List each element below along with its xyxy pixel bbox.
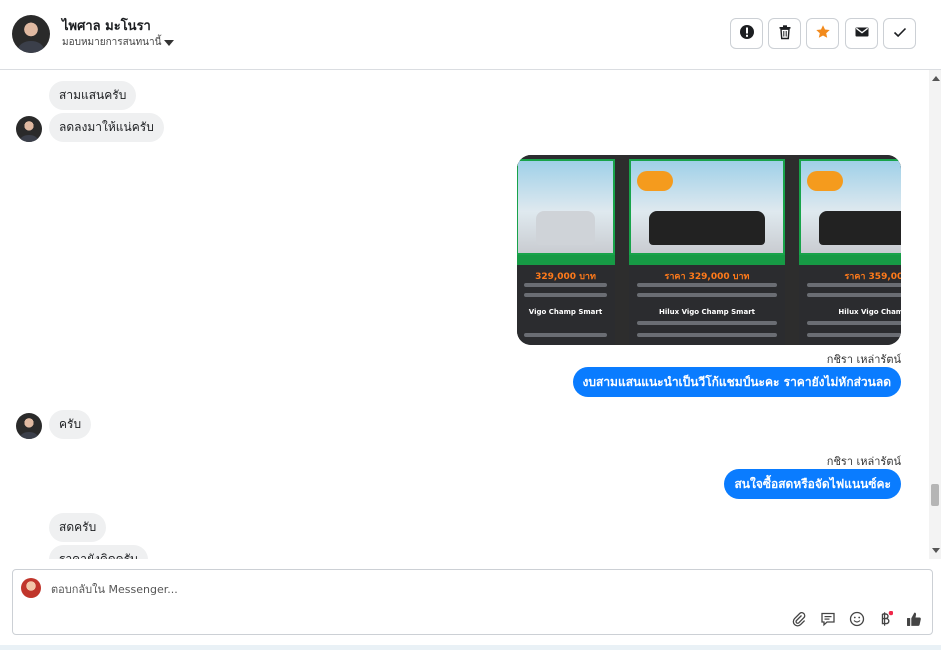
assign-conversation-dropdown[interactable]: มอบหมายการสนทนานี้ — [62, 35, 175, 50]
mark-done-button[interactable] — [883, 18, 916, 49]
bottom-edge — [0, 645, 941, 650]
image-attachment[interactable]: 329,000 บาท Vigo Champ Smart ราคา 329,00… — [517, 155, 901, 345]
outgoing-message[interactable]: สนใจซื้อสดหรือจัดไฟแนนซ์คะ — [724, 469, 901, 499]
alert-icon — [739, 24, 755, 44]
card-model: Vigo Champ Smart — [528, 308, 603, 316]
trash-icon — [777, 24, 793, 44]
car-listing-card: 329,000 บาท Vigo Champ Smart — [517, 155, 615, 345]
baht-icon[interactable] — [877, 610, 894, 627]
message-thread[interactable]: สามแสนครับ ลดลงมาให้แน่ครับ 329,000 บาท … — [0, 71, 941, 559]
like-icon[interactable] — [906, 611, 922, 627]
incoming-message[interactable]: สดครับ — [49, 513, 107, 542]
contact-avatar[interactable] — [12, 15, 50, 53]
mail-icon — [854, 24, 870, 44]
assign-label: มอบหมายการสนทนานี้ — [62, 37, 162, 48]
card-model: Hilux Vigo Champ S — [838, 308, 901, 316]
scroll-up-arrow-icon[interactable] — [932, 76, 940, 81]
incoming-message[interactable]: ลดลงมาให้แน่ครับ — [49, 113, 164, 142]
car-listing-card: ราคา 359,000 Hilux Vigo Champ S — [799, 155, 901, 345]
contact-avatar-small — [16, 413, 42, 439]
contact-name[interactable]: ไพศาล มะโนรา — [62, 15, 151, 36]
conversation-header: ไพศาล มะโนรา มอบหมายการสนทนานี้ — [0, 0, 941, 70]
card-price: 329,000 บาท — [535, 272, 596, 282]
mark-spam-button[interactable] — [730, 18, 763, 49]
card-model: Hilux Vigo Champ Smart — [659, 308, 755, 316]
card-price: ราคา 329,000 บาท — [664, 272, 750, 282]
sender-name: กชิรา เหล่ารัตน์ — [826, 353, 901, 366]
incoming-message[interactable]: สามแสนครับ — [49, 81, 137, 110]
comment-icon[interactable] — [820, 611, 836, 627]
car-listing-card: ราคา 329,000 บาท Hilux Vigo Champ Smart — [629, 155, 785, 345]
incoming-message[interactable]: ราคายังคิดครับ — [49, 545, 148, 559]
reply-input[interactable] — [51, 579, 651, 599]
thread-scrollbar[interactable] — [929, 70, 941, 559]
incoming-message[interactable]: ครับ — [49, 410, 92, 439]
star-icon — [815, 24, 831, 44]
card-price: ราคา 359,000 — [844, 272, 901, 282]
sender-name: กชิรา เหล่ารัตน์ — [826, 455, 901, 468]
reply-composer — [12, 569, 933, 635]
contact-avatar-small — [16, 116, 42, 142]
star-button[interactable] — [806, 18, 839, 49]
scrollbar-thumb[interactable] — [931, 484, 939, 506]
emoji-icon[interactable] — [849, 611, 865, 627]
messenger-page: ไพศาล มะโนรา มอบหมายการสนทนานี้ สามแสนคร… — [0, 0, 941, 650]
delete-button[interactable] — [768, 18, 801, 49]
outgoing-message[interactable]: งบสามแสนแนะนำเป็นวีโก้แชมป์นะคะ ราคายังไ… — [572, 367, 901, 397]
attach-icon[interactable] — [791, 611, 807, 627]
mark-unread-button[interactable] — [845, 18, 878, 49]
scroll-down-arrow-icon[interactable] — [932, 548, 940, 553]
page-avatar — [21, 578, 41, 598]
check-icon — [892, 24, 908, 44]
caret-down-icon — [164, 39, 175, 46]
